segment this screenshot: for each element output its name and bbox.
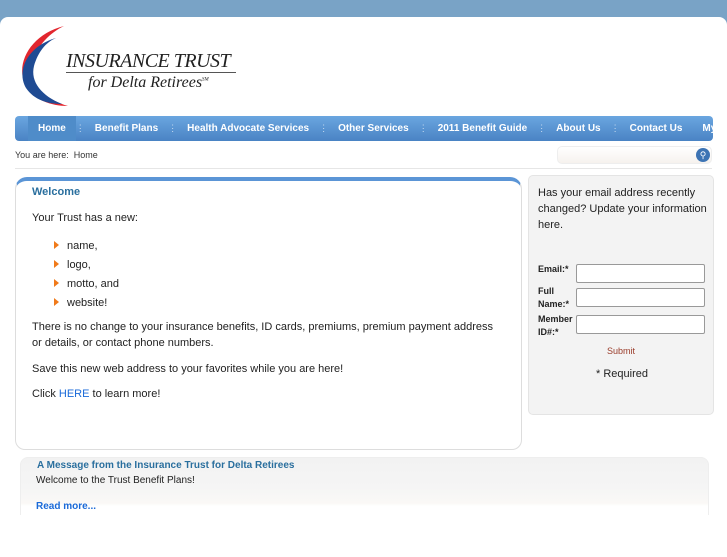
- breadcrumb-current[interactable]: Home: [74, 150, 98, 160]
- member-id-field[interactable]: [576, 315, 705, 334]
- search-icon[interactable]: ⚲: [696, 148, 710, 162]
- click-text: Click: [32, 388, 59, 400]
- logo-subtitle: for Delta RetireesSM: [88, 74, 209, 92]
- list-item: motto, and: [54, 278, 119, 290]
- nav-separator: ⋮: [319, 123, 329, 133]
- full-name-field[interactable]: [576, 288, 705, 307]
- nav-contact-us[interactable]: Contact Us: [620, 116, 693, 141]
- bullet-arrow-icon: [54, 279, 59, 287]
- list-item: name,: [54, 240, 98, 252]
- logo-rule: [66, 72, 236, 73]
- logo[interactable]: INSURANCE TRUST for Delta RetireesSM: [16, 24, 241, 108]
- bullet-arrow-icon: [54, 241, 59, 249]
- list-item: website!: [54, 297, 107, 309]
- list-item-text: name,: [67, 240, 98, 252]
- welcome-panel: Welcome Your Trust has a new: name, logo…: [15, 177, 522, 450]
- nav-other-services[interactable]: Other Services: [328, 116, 419, 141]
- email-update-panel: Has your email address recently changed?…: [528, 175, 714, 415]
- required-note: * Required: [596, 368, 648, 380]
- nav-separator: ⋮: [610, 123, 620, 133]
- welcome-paragraph: There is no change to your insurance ben…: [32, 321, 493, 349]
- bullet-arrow-icon: [54, 260, 59, 268]
- nav-separator: ⋮: [418, 123, 428, 133]
- welcome-title: Welcome: [32, 186, 81, 198]
- nav-separator: ⋮: [537, 123, 547, 133]
- here-link[interactable]: HERE: [59, 388, 90, 400]
- message-panel: A Message from the Insurance Trust for D…: [20, 457, 709, 515]
- list-item: logo,: [54, 259, 91, 271]
- bullet-arrow-icon: [54, 298, 59, 306]
- nav-health-advocate[interactable]: Health Advocate Services: [177, 116, 319, 141]
- nav-separator: ⋮: [168, 123, 178, 133]
- email-label: Email:*: [538, 264, 569, 274]
- nav-my-account[interactable]: My Account: [692, 116, 727, 141]
- submit-button[interactable]: Submit: [607, 346, 635, 356]
- search-input[interactable]: ⚲: [557, 146, 712, 164]
- member-id-label: Member ID#:*: [538, 314, 573, 337]
- message-title[interactable]: A Message from the Insurance Trust for D…: [37, 460, 295, 471]
- email-update-text: Has your email address recently changed?…: [538, 187, 707, 231]
- message-text: Welcome to the Trust Benefit Plans!: [36, 475, 195, 486]
- email-field[interactable]: [576, 264, 705, 283]
- nav-about-us[interactable]: About Us: [546, 116, 610, 141]
- nav-benefit-plans[interactable]: Benefit Plans: [85, 116, 168, 141]
- welcome-intro: Your Trust has a new:: [32, 212, 138, 224]
- breadcrumb: You are here: Home: [15, 150, 98, 160]
- nav-benefit-guide[interactable]: 2011 Benefit Guide: [428, 116, 537, 141]
- list-item-text: logo,: [67, 259, 91, 271]
- main-nav: Home ⋮ Benefit Plans ⋮ Health Advocate Ser…: [15, 116, 727, 141]
- list-item-text: motto, and: [67, 278, 119, 290]
- logo-title: INSURANCE TRUST: [66, 50, 231, 72]
- click-text: to learn more!: [89, 388, 161, 400]
- welcome-click: Click HERE to learn more!: [32, 386, 160, 402]
- nav-home[interactable]: Home: [28, 116, 76, 141]
- list-item-text: website!: [67, 297, 108, 309]
- logo-sm-mark: SM: [202, 77, 209, 83]
- read-more-link[interactable]: Read more...: [36, 501, 96, 512]
- logo-subtitle-text: for Delta Retirees: [88, 74, 203, 91]
- welcome-paragraph: Save this new web address to your favori…: [32, 363, 344, 375]
- divider: [15, 168, 712, 169]
- full-name-label: Full Name:*: [538, 286, 570, 309]
- nav-separator: ⋮: [75, 123, 85, 133]
- breadcrumb-label: You are here:: [15, 150, 69, 160]
